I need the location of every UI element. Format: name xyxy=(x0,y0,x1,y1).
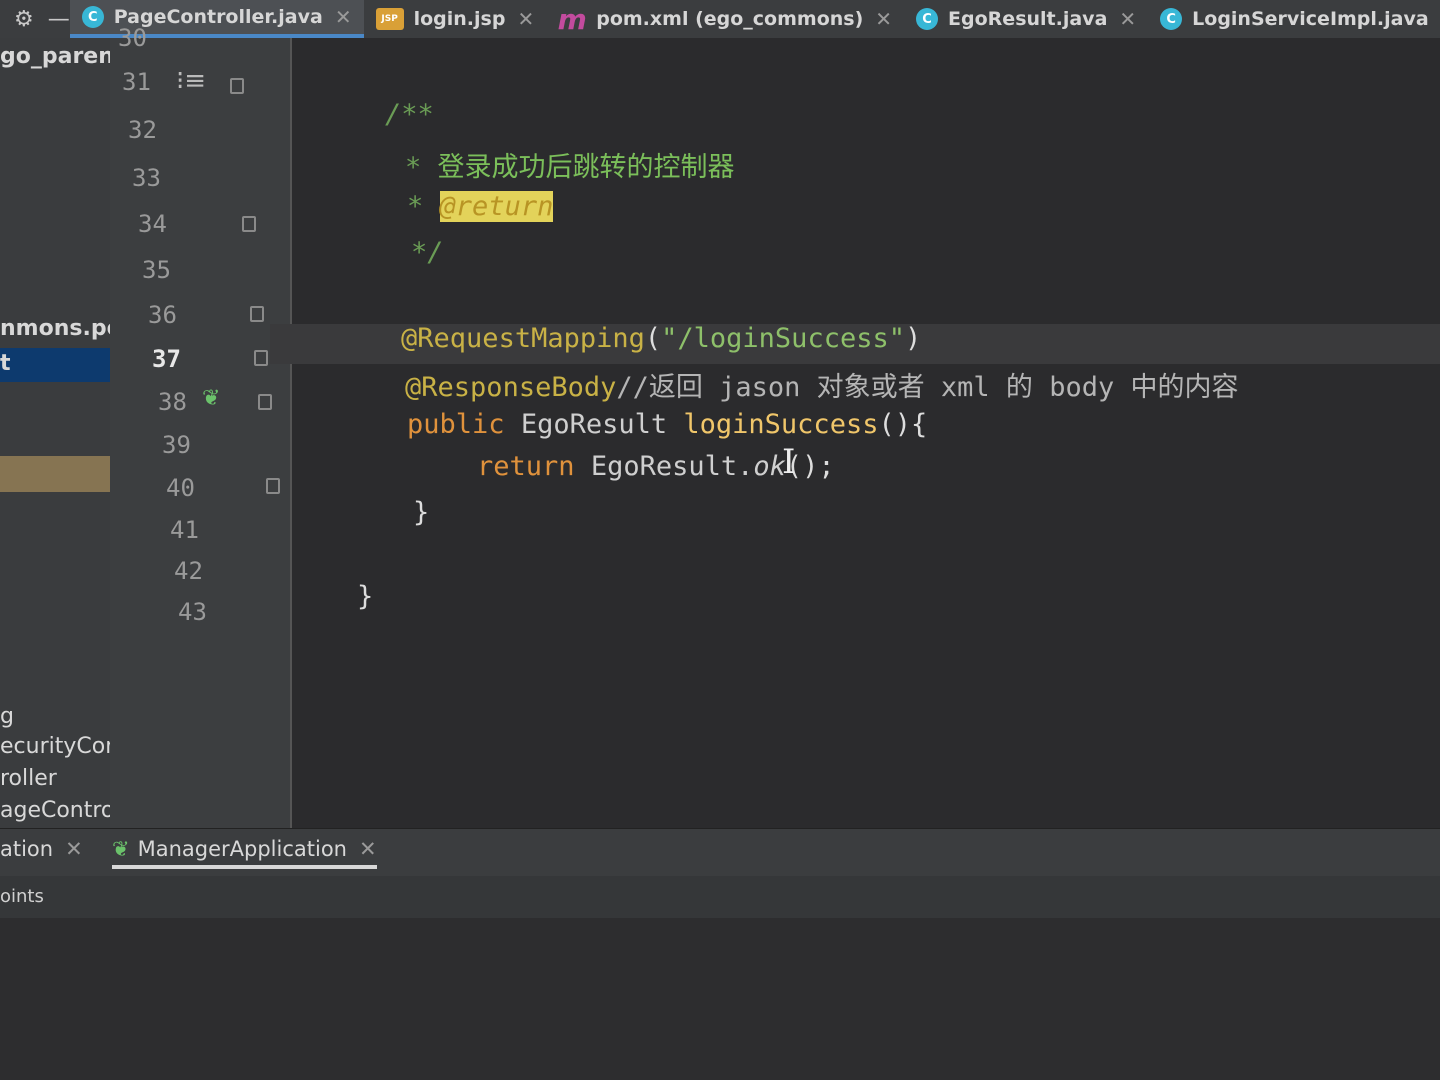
run-tool-window-bar: ation ✕ ❦ ManagerApplication ✕ xyxy=(0,828,1440,877)
close-icon[interactable]: ✕ xyxy=(359,837,377,861)
console-output[interactable] xyxy=(0,918,1440,1080)
tab-label: pom.xml (ego_commons) xyxy=(596,8,864,30)
fold-icon[interactable] xyxy=(266,478,280,494)
close-icon[interactable]: ✕ xyxy=(517,7,534,31)
fold-icon[interactable] xyxy=(250,306,264,322)
line-number: 40 xyxy=(166,474,195,502)
line-number: 32 xyxy=(128,116,157,144)
fold-icon[interactable] xyxy=(230,78,244,94)
tab-page-controller[interactable]: C PageController.java ✕ xyxy=(69,0,364,38)
tab-label: EgoResult.java xyxy=(948,8,1108,30)
fold-icon[interactable] xyxy=(258,394,272,410)
fold-icon[interactable] xyxy=(254,350,268,366)
maven-icon: m xyxy=(557,2,587,36)
run-tab-label: ManagerApplication xyxy=(137,837,347,861)
closing-brace: } xyxy=(413,497,430,528)
code-line-34: */ xyxy=(346,206,444,299)
text-cursor-icon: I xyxy=(782,442,796,482)
line-number: 42 xyxy=(174,557,203,585)
line-number: 34 xyxy=(138,210,167,238)
project-item[interactable]: go_paren xyxy=(0,44,114,69)
tab-label: LoginServiceImpl.java xyxy=(1192,8,1429,30)
gear-icon[interactable]: ⚙ xyxy=(14,7,34,32)
line-number: 36 xyxy=(148,301,177,329)
line-number-gutter: 30 31 32 33 34 35 36 37 38 39 40 41 42 4… xyxy=(110,24,292,828)
structure-icon[interactable]: ⁝≡ xyxy=(176,66,206,96)
tab-login-service-impl[interactable]: C LoginServiceImpl.java ✕ xyxy=(1148,0,1440,38)
minimize-icon[interactable]: — xyxy=(48,7,70,32)
punctuation: (){ xyxy=(878,409,928,440)
close-icon[interactable]: ✕ xyxy=(335,5,352,29)
fold-icon[interactable] xyxy=(242,216,256,232)
tab-label: login.jsp xyxy=(413,8,506,30)
line-number: 43 xyxy=(178,598,207,626)
subbar-label[interactable]: oints xyxy=(0,886,44,907)
class-icon: C xyxy=(1160,8,1183,30)
editor-tab-bar: ⚙ — C PageController.java ✕ JSP login.js… xyxy=(0,0,1440,39)
line-number: 41 xyxy=(170,516,199,544)
run-tab-label: ation xyxy=(0,837,54,861)
doc-comment: */ xyxy=(411,237,444,268)
line-number: 35 xyxy=(142,256,171,284)
jsp-icon: JSP xyxy=(375,8,404,30)
spring-bean-icon[interactable]: ❦ xyxy=(202,386,220,411)
line-number: 38 xyxy=(158,388,187,416)
code-line-42: } xyxy=(292,550,373,643)
close-icon[interactable]: ✕ xyxy=(65,837,83,861)
tab-pom-xml[interactable]: m pom.xml (ego_commons) ✕ xyxy=(546,0,904,38)
project-item[interactable]: t xyxy=(0,351,11,376)
line-number: 33 xyxy=(132,164,161,192)
line-number-current: 37 xyxy=(152,345,181,373)
class-icon: C xyxy=(81,6,104,28)
class-icon: C xyxy=(916,8,939,30)
tab-ego-result[interactable]: C EgoResult.java ✕ xyxy=(904,0,1148,38)
keyword: return xyxy=(477,451,591,482)
close-icon[interactable]: ✕ xyxy=(1119,7,1136,31)
project-item[interactable]: g xyxy=(0,704,14,729)
project-item[interactable]: roller xyxy=(0,766,57,791)
run-sub-toolbar: oints xyxy=(0,876,1440,919)
type-name: EgoResult. xyxy=(590,451,754,482)
close-icon[interactable]: ✕ xyxy=(875,7,892,31)
line-number: 30 xyxy=(118,24,147,52)
code-line-40: } xyxy=(348,466,429,559)
run-tab[interactable]: ation ✕ xyxy=(0,837,83,861)
run-tab-manager-application[interactable]: ❦ ManagerApplication ✕ xyxy=(112,837,377,869)
doc-tag-return: @return xyxy=(439,191,554,222)
code-line-39: return EgoResult.ok(); xyxy=(412,420,835,513)
closing-brace: } xyxy=(357,581,374,612)
line-number: 31 xyxy=(122,68,151,96)
line-number: 39 xyxy=(162,431,191,459)
tab-login-jsp[interactable]: JSP login.jsp ✕ xyxy=(364,0,547,38)
spring-boot-icon: ❦ xyxy=(112,837,130,861)
code-editor[interactable]: /** * 登录成功后跳转的控制器 * @return */ @RequestM… xyxy=(270,38,1440,828)
